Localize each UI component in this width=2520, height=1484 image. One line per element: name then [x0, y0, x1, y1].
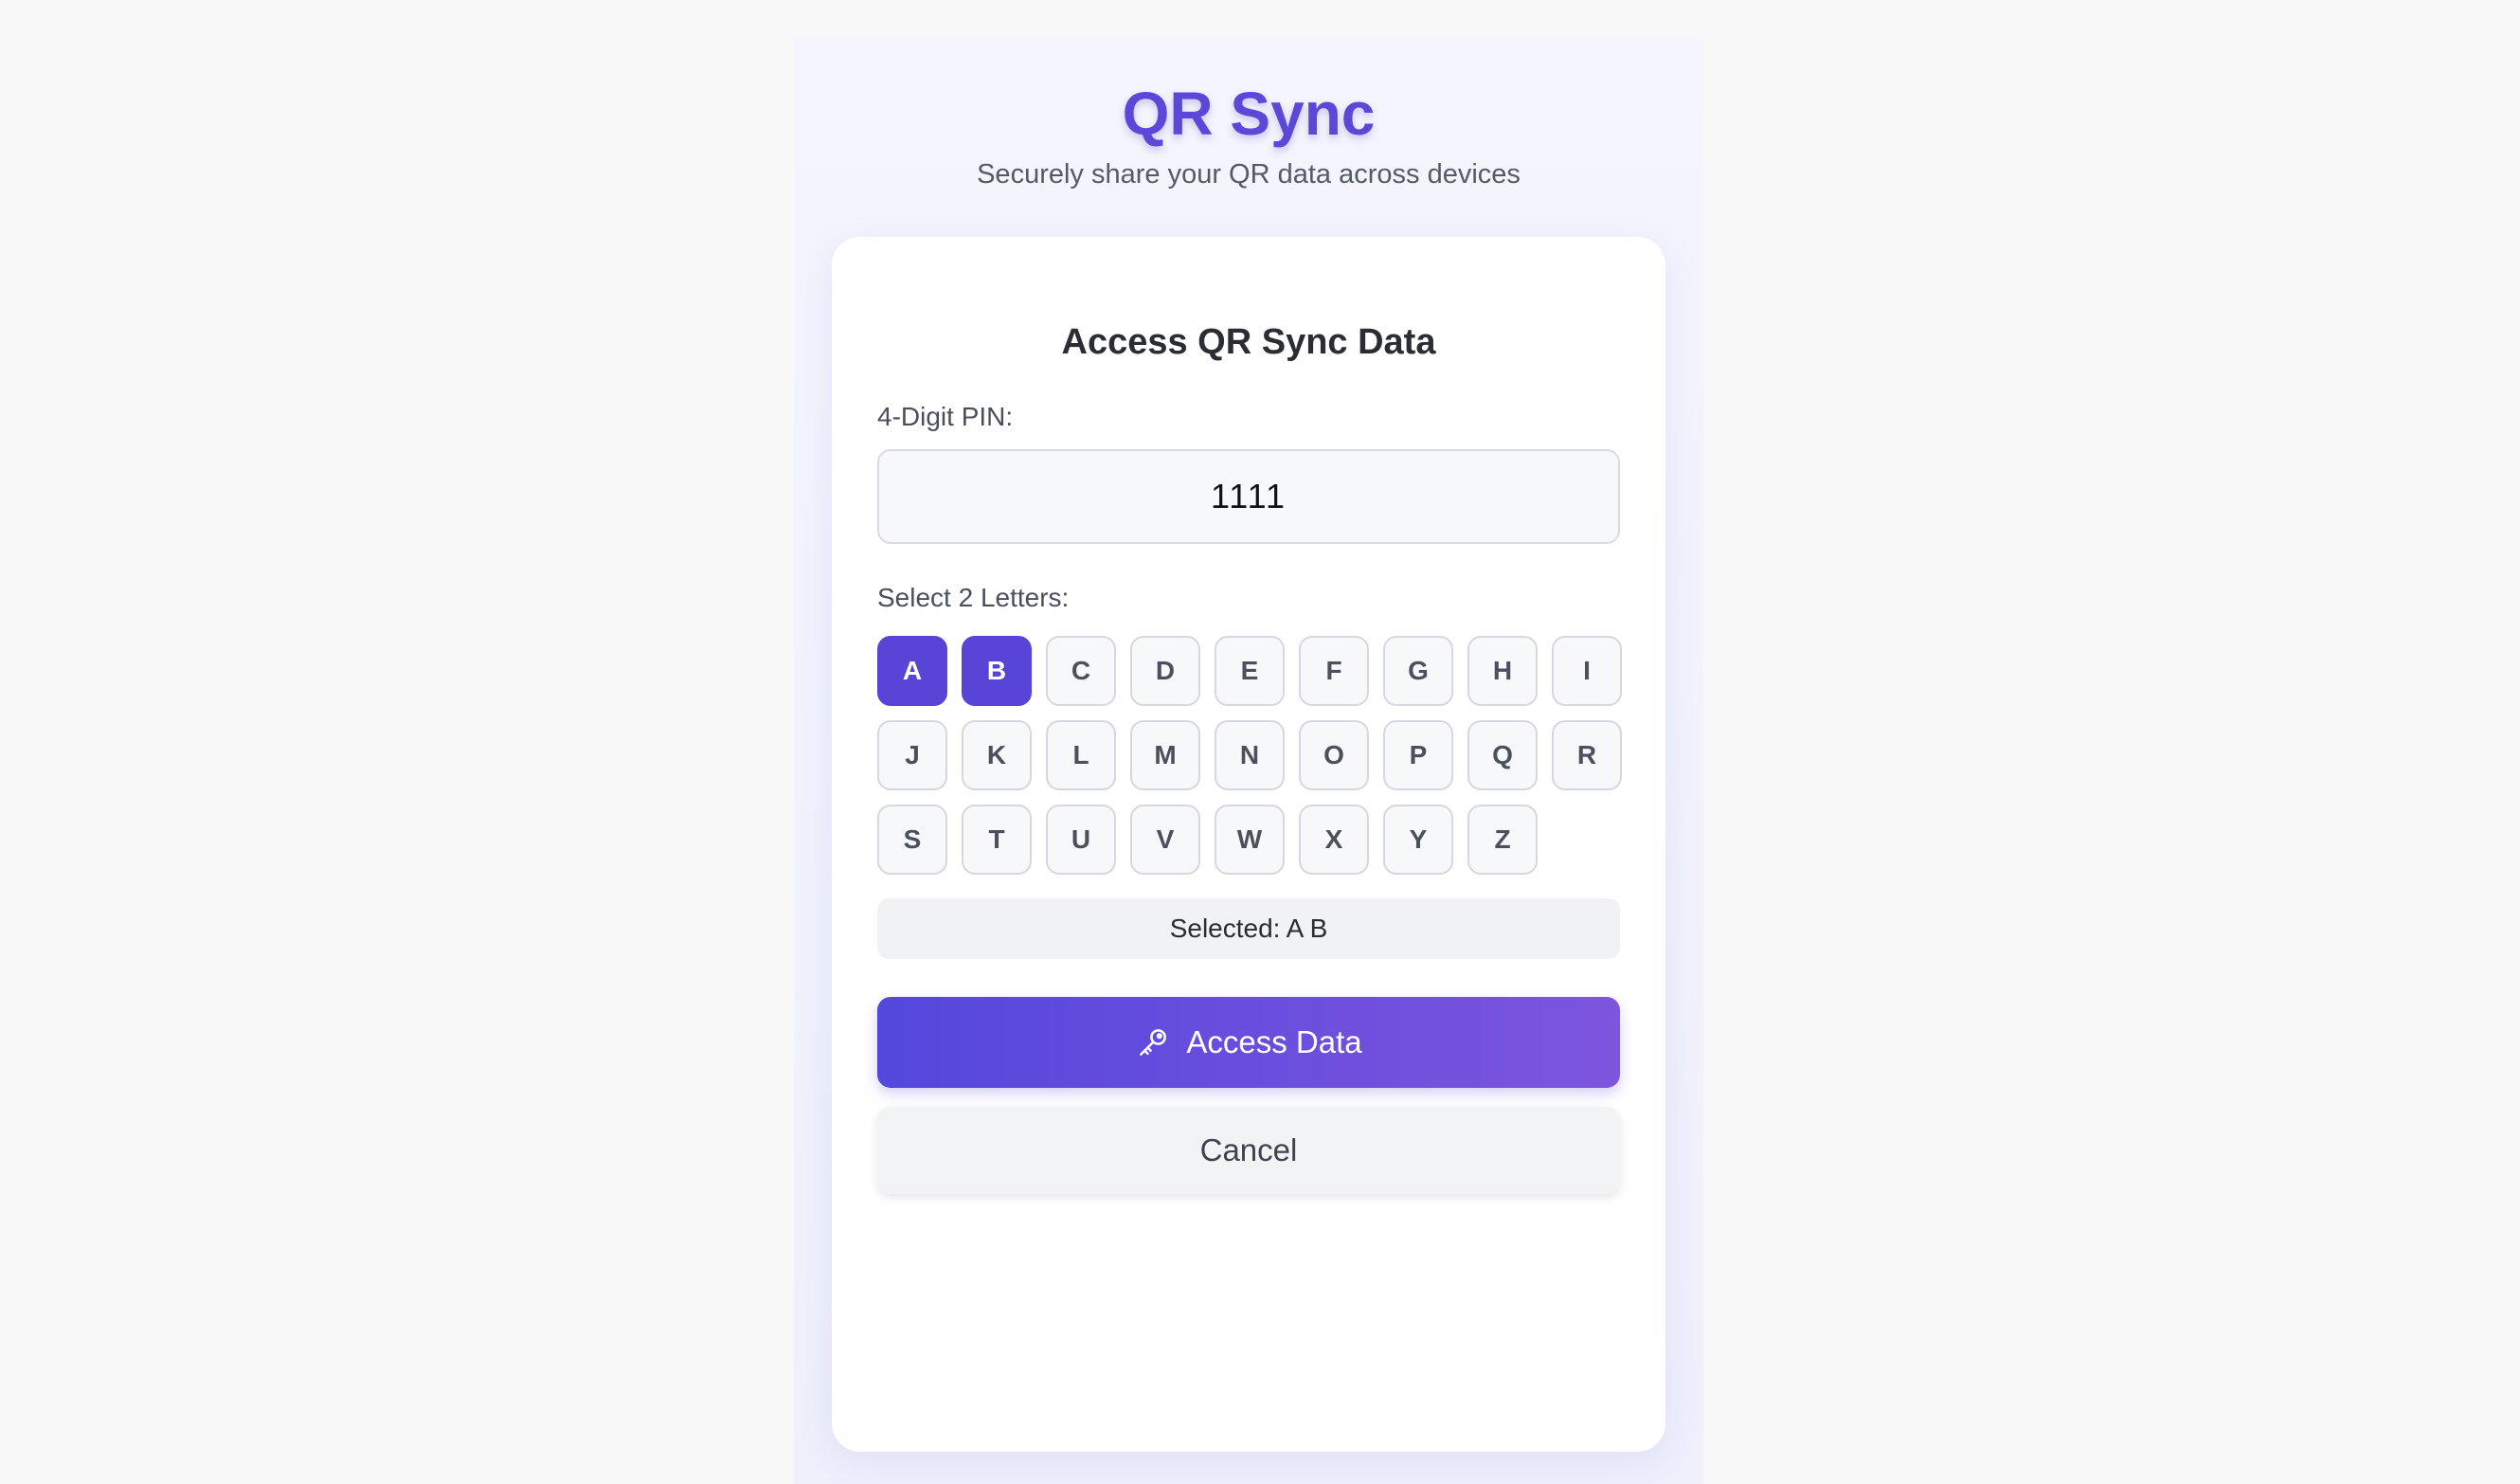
- letter-button-z[interactable]: Z: [1467, 805, 1538, 875]
- key-icon: [1135, 1024, 1171, 1060]
- letter-button-b[interactable]: B: [962, 636, 1032, 706]
- letter-button-i[interactable]: I: [1552, 636, 1622, 706]
- letter-button-l[interactable]: L: [1046, 720, 1116, 790]
- letter-button-v[interactable]: V: [1130, 805, 1200, 875]
- app-container: QR Sync Securely share your QR data acro…: [794, 38, 1703, 1484]
- letter-button-a[interactable]: A: [877, 636, 947, 706]
- letter-button-r[interactable]: R: [1552, 720, 1622, 790]
- letter-button-w[interactable]: W: [1215, 805, 1285, 875]
- letter-button-o[interactable]: O: [1299, 720, 1369, 790]
- selected-letters-text: Selected: A B: [1169, 914, 1328, 943]
- access-data-label: Access Data: [1186, 1024, 1362, 1059]
- letter-button-p[interactable]: P: [1383, 720, 1453, 790]
- letter-button-h[interactable]: H: [1467, 636, 1538, 706]
- letter-button-m[interactable]: M: [1130, 720, 1200, 790]
- letter-button-d[interactable]: D: [1130, 636, 1200, 706]
- pin-label: 4-Digit PIN:: [877, 402, 1014, 431]
- letter-button-f[interactable]: F: [1299, 636, 1369, 706]
- letter-button-n[interactable]: N: [1215, 720, 1285, 790]
- access-data-button[interactable]: Access Data: [877, 997, 1620, 1088]
- pin-input[interactable]: [877, 449, 1620, 544]
- selected-letters-display: Selected: A B: [877, 898, 1620, 959]
- app-title: QR Sync: [1122, 80, 1376, 148]
- cancel-button[interactable]: Cancel: [877, 1107, 1620, 1194]
- letter-button-j[interactable]: J: [877, 720, 947, 790]
- letter-button-e[interactable]: E: [1215, 636, 1285, 706]
- letter-button-k[interactable]: K: [962, 720, 1032, 790]
- letter-button-g[interactable]: G: [1383, 636, 1453, 706]
- app-subtitle: Securely share your QR data across devic…: [977, 159, 1521, 190]
- letter-button-t[interactable]: T: [962, 805, 1032, 875]
- letters-label: Select 2 Letters:: [877, 583, 1070, 612]
- letter-button-u[interactable]: U: [1046, 805, 1116, 875]
- letter-button-c[interactable]: C: [1046, 636, 1116, 706]
- letter-button-s[interactable]: S: [877, 805, 947, 875]
- access-card: Access QR Sync Data 4-Digit PIN: Select …: [832, 237, 1665, 1452]
- letter-button-y[interactable]: Y: [1383, 805, 1453, 875]
- letter-button-x[interactable]: X: [1299, 805, 1369, 875]
- letter-button-q[interactable]: Q: [1467, 720, 1538, 790]
- card-title: Access QR Sync Data: [1061, 322, 1436, 362]
